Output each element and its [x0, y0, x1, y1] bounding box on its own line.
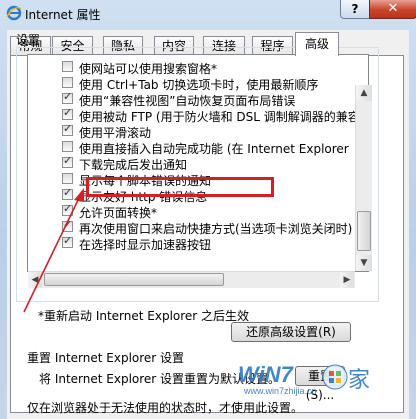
setting-checkbox[interactable] [62, 77, 73, 88]
windows-logo-icon [322, 364, 348, 390]
watermark-url: www.win7zhijia.cn [244, 386, 317, 396]
help-button[interactable]: ? [340, 0, 370, 19]
scroll-left-icon[interactable]: ◀ [28, 272, 42, 288]
setting-item[interactable]: 使用“兼容性视图”自动恢复页面布局错误 [28, 90, 358, 108]
highlight-annotation-box [86, 177, 274, 197]
settings-list[interactable]: 使网站可以使用搜索窗格*使用 Ctrl+Tab 切换选项卡时，使用最新顺序使用“… [27, 54, 369, 272]
scroll-down-icon[interactable]: ▼ [356, 255, 372, 271]
setting-label: 在选择时显示加速器按钮 [79, 238, 212, 252]
setting-item[interactable]: 允许页面转换* [28, 202, 358, 220]
setting-checkbox[interactable] [62, 61, 73, 72]
internet-explorer-icon [6, 5, 22, 21]
close-button[interactable]: ✕ [369, 0, 416, 19]
setting-checkbox[interactable] [62, 202, 73, 216]
horizontal-scroll-thumb[interactable] [44, 273, 224, 286]
setting-checkbox[interactable] [62, 234, 73, 248]
internet-options-window: Internet 属性 ? ✕ 常规 安全 隐私 内容 连接 程序 高级 设置 … [0, 0, 416, 419]
setting-item[interactable]: 使用直接插入自动完成功能 (在 Internet Explorer [28, 139, 358, 156]
scroll-right-icon[interactable]: ▶ [340, 272, 354, 288]
win7-watermark-logo: WiN7 www.win7zhijia.cn 家 [230, 358, 380, 396]
reset-usage-note: 仅在浏览器处于无法使用的状态时，才使用此设置。 [27, 401, 304, 415]
setting-item[interactable]: 使网站可以使用搜索窗格* [28, 59, 358, 76]
watermark-suffix: 家 [348, 368, 371, 393]
setting-item[interactable]: 使用平滑滚动 [28, 122, 358, 140]
setting-item[interactable]: 使用 Ctrl+Tab 切换选项卡时，使用最新顺序 [28, 75, 358, 92]
setting-item[interactable]: 再次使用窗口来启动快捷方式(当选项卡浏览关闭时) [28, 218, 358, 236]
watermark-brand: WiN7 [238, 362, 293, 387]
setting-checkbox[interactable] [62, 186, 73, 200]
setting-checkbox[interactable] [62, 106, 73, 120]
restore-advanced-settings-button[interactable]: 还原高级设置(R) [231, 322, 351, 342]
horizontal-scrollbar[interactable]: ◀ ▶ [28, 271, 355, 288]
setting-item[interactable]: 下载完成后发出通知 [28, 154, 358, 172]
setting-checkbox[interactable] [62, 122, 73, 136]
setting-item[interactable]: 使用被动 FTP (用于防火墙和 DSL 调制解调器的兼容 [28, 106, 360, 124]
window-title: Internet 属性 [25, 8, 101, 22]
setting-checkbox[interactable] [62, 173, 73, 184]
vertical-scroll-thumb[interactable] [357, 211, 371, 251]
setting-checkbox[interactable] [62, 218, 73, 232]
setting-item[interactable]: 在选择时显示加速器按钮 [28, 234, 358, 252]
reset-section-title: 重置 Internet Explorer 设置 [27, 351, 185, 365]
title-bar[interactable]: Internet 属性 ? ✕ [0, 0, 416, 28]
settings-group-label: 设置 [16, 33, 41, 47]
tab-advanced[interactable]: 高级 [295, 32, 339, 56]
setting-checkbox[interactable] [62, 141, 73, 152]
setting-checkbox[interactable] [62, 154, 73, 168]
vertical-scrollbar[interactable]: ▲ ▼ [355, 85, 372, 271]
setting-checkbox[interactable] [62, 90, 73, 104]
restart-note: *重新启动 Internet Explorer 之后生效 [38, 309, 250, 323]
scroll-up-icon[interactable]: ▲ [356, 85, 372, 101]
